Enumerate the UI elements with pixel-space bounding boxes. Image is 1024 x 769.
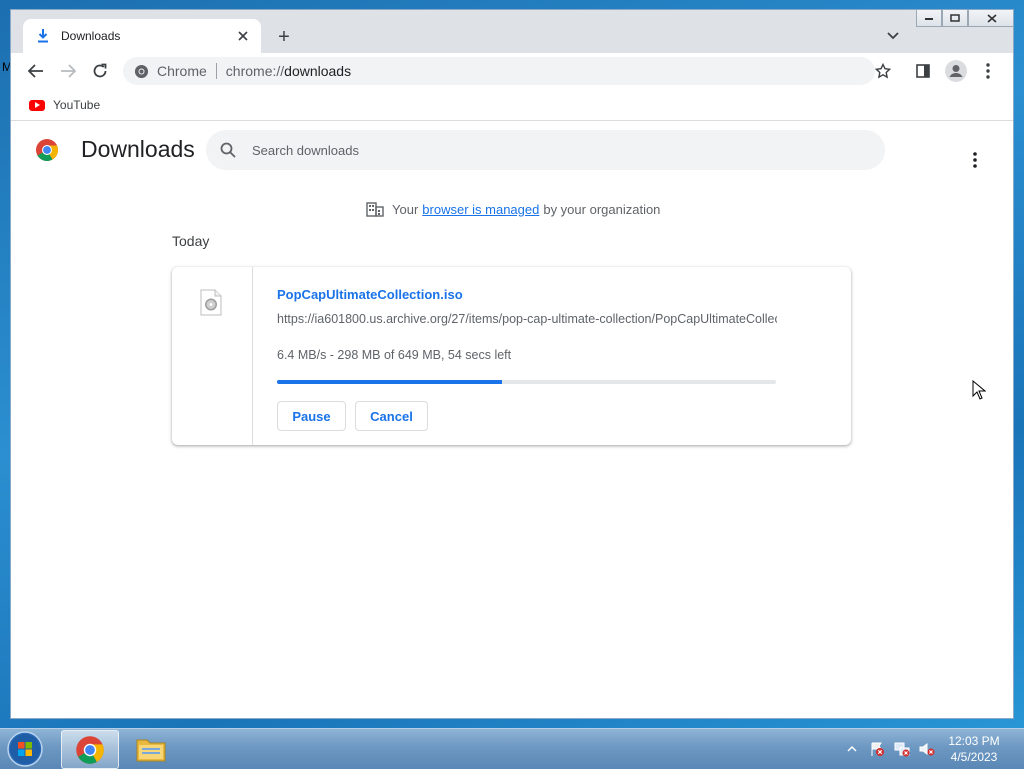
- managed-suffix: by your organization: [543, 201, 661, 217]
- download-item: PopCapUltimateCollection.iso https://ia6…: [172, 267, 851, 445]
- system-tray: [842, 729, 942, 769]
- download-progress-bar: [277, 380, 776, 384]
- address-bar[interactable]: Chrome chrome://downloads: [123, 57, 875, 85]
- reload-icon[interactable]: [88, 59, 112, 83]
- disc-image-file-icon: [200, 289, 222, 316]
- managed-notice: Your browser is managed by your organiza…: [366, 200, 660, 218]
- date-heading: Today: [172, 233, 210, 249]
- file-source-url[interactable]: https://ia601800.us.archive.org/27/items…: [277, 312, 777, 326]
- pause-button[interactable]: Pause: [277, 401, 346, 431]
- tab-downloads[interactable]: Downloads: [23, 19, 261, 53]
- back-arrow-icon[interactable]: [24, 59, 48, 83]
- taskbar-chrome-button[interactable]: [61, 730, 119, 769]
- close-window-button[interactable]: [968, 10, 1013, 27]
- bookmark-label: YouTube: [53, 98, 101, 112]
- omnibox-separator: [215, 63, 217, 79]
- cancel-button[interactable]: Cancel: [355, 401, 428, 431]
- download-status-text: 6.4 MB/s - 298 MB of 649 MB, 54 secs lef…: [277, 348, 512, 362]
- tab-search-chevron-icon[interactable]: [883, 26, 903, 46]
- window-controls: [916, 10, 1013, 28]
- forward-arrow-icon[interactable]: [56, 59, 80, 83]
- omnibox-url[interactable]: chrome://downloads: [226, 63, 875, 79]
- show-hidden-icons-icon[interactable]: [842, 739, 862, 759]
- youtube-icon: [29, 99, 45, 111]
- action-center-flag-icon[interactable]: [867, 739, 887, 759]
- download-icon-column: [172, 267, 253, 445]
- managed-prefix: Your: [392, 201, 419, 217]
- chrome-taskbar-icon: [76, 735, 104, 764]
- close-tab-icon[interactable]: [235, 28, 251, 44]
- restore-button[interactable]: [942, 10, 968, 27]
- folder-icon: [136, 739, 166, 761]
- download-icon: [35, 28, 51, 44]
- search-input[interactable]: [250, 141, 854, 159]
- windows-taskbar: 12:03 PM 4/5/2023: [0, 728, 1024, 769]
- mouse-cursor-icon: [972, 380, 986, 400]
- managed-link[interactable]: browser is managed: [422, 202, 539, 217]
- side-panel-icon[interactable]: [911, 59, 935, 83]
- tab-title: Downloads: [61, 29, 121, 43]
- file-name-link[interactable]: PopCapUltimateCollection.iso: [277, 287, 463, 302]
- clock-time: 12:03 PM: [948, 734, 1000, 748]
- browser-menu-icon[interactable]: [976, 59, 1000, 83]
- tab-strip: Downloads +: [11, 10, 1013, 53]
- building-icon: [366, 200, 384, 218]
- minimize-button[interactable]: [916, 10, 942, 27]
- file-url-text: https://ia601800.us.archive.org/27/items…: [277, 312, 777, 326]
- search-icon: [218, 140, 238, 160]
- omnibox-scheme-chip: Chrome: [157, 63, 207, 79]
- downloads-header: Downloads: [11, 121, 1013, 177]
- chrome-page-icon: [133, 63, 149, 79]
- taskbar-clock[interactable]: 12:03 PM 4/5/2023: [934, 733, 1014, 765]
- windows-start-orb-icon[interactable]: [6, 730, 44, 768]
- search-downloads-box[interactable]: [206, 130, 885, 170]
- more-actions-icon[interactable]: [963, 148, 987, 172]
- profile-avatar-icon[interactable]: [944, 59, 968, 83]
- omnibox-url-path: downloads: [284, 63, 352, 79]
- new-tab-button[interactable]: +: [273, 26, 295, 48]
- chrome-logo-icon: [36, 139, 58, 161]
- bookmarks-bar: YouTube: [11, 90, 1013, 121]
- download-progress-fill: [277, 380, 502, 384]
- network-icon[interactable]: [892, 739, 912, 759]
- page-title: Downloads: [81, 136, 195, 162]
- clock-date: 4/5/2023: [950, 750, 998, 764]
- downloads-page: Downloads Your browser is managed by you…: [11, 121, 1013, 718]
- taskbar-explorer-button[interactable]: [123, 730, 179, 767]
- bookmark-youtube[interactable]: YouTube: [29, 98, 100, 112]
- omnibox-url-prefix: chrome://: [225, 63, 285, 79]
- chrome-window: Downloads + Chrome chrome://downloads Yo…: [11, 10, 1013, 718]
